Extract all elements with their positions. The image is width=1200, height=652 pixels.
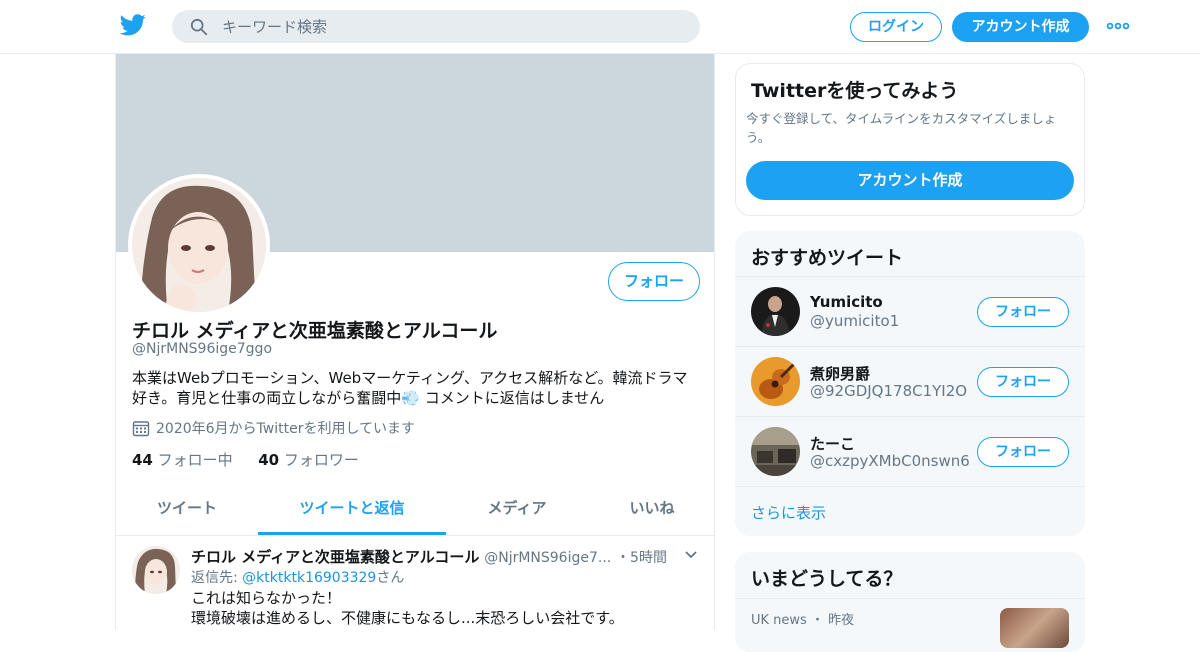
profile-handle: @NjrMNS96ige7ggo	[132, 341, 273, 357]
chevron-down-icon[interactable]	[684, 550, 698, 560]
user-handle: @92GDJQ178C1YI2O	[810, 382, 968, 400]
follow-button[interactable]: フォロー	[977, 297, 1069, 327]
signup-card-button[interactable]: アカウント作成	[746, 161, 1074, 200]
user-name[interactable]: 煮卵男爵	[810, 363, 870, 384]
tweet-time[interactable]: ・5時間	[616, 550, 667, 566]
show-more[interactable]: さらに表示	[735, 486, 1085, 536]
recommended-user[interactable]: Yumicito @yumicito1 フォロー	[735, 276, 1085, 346]
user-handle: @cxzpyXMbC0nswn6	[810, 452, 970, 470]
profile-tabs: ツイート ツイートと返信 メディア いいね	[116, 486, 714, 536]
reply-suffix: さん	[376, 570, 405, 586]
followers-label: フォロワー	[283, 451, 359, 469]
profile-bio: 本業はWebプロモーション、Webマーケティング、アクセス解析など。韓流ドラマ好…	[132, 369, 688, 407]
illustrated-woman-portrait	[132, 546, 180, 594]
recommended-user[interactable]: たーこ @cxzpyXMbC0nswn6 フォロー	[735, 416, 1085, 486]
trends-card: いまどうしてる？ UK news ・ 昨夜	[735, 552, 1085, 652]
following-label: フォロー中	[157, 451, 233, 469]
recommended-user[interactable]: 煮卵男爵 @92GDJQ178C1YI2O フォロー	[735, 346, 1085, 416]
recommended-users-card: おすすめツイート Yumicito @yumicito1 フォロー 煮卵男爵 @…	[735, 231, 1085, 536]
followers-link[interactable]: 40 フォロワー	[258, 451, 359, 469]
reply-to-link[interactable]: @ktktktk16903329	[242, 570, 376, 586]
signup-card-title: Twitterを使ってみよう	[751, 80, 959, 102]
joined-text: 2020年6月からTwitterを利用しています	[156, 421, 416, 437]
signup-button[interactable]: アカウント作成	[952, 12, 1089, 42]
tweet-author-name[interactable]: チロル メディアと次亜塩素酸とアルコール	[191, 548, 479, 566]
user-avatar[interactable]	[751, 427, 800, 476]
user-avatar[interactable]	[751, 287, 800, 336]
reply-prefix: 返信先:	[191, 570, 243, 586]
trend-meta: UK news ・ 昨夜	[751, 613, 855, 628]
followers-count: 40	[258, 451, 280, 469]
room-interior-photo	[751, 427, 800, 476]
tab-media[interactable]: メディア	[446, 486, 588, 535]
man-in-suit-photo	[751, 287, 800, 336]
tweet-author-handle: @NjrMNS96ige7...	[484, 550, 612, 566]
search-box[interactable]	[172, 10, 700, 43]
recommended-title: おすすめツイート	[751, 247, 904, 269]
guitar-photo	[751, 357, 800, 406]
following-count: 44	[132, 451, 153, 469]
search-icon	[190, 18, 208, 36]
profile-avatar[interactable]	[128, 174, 270, 316]
user-avatar[interactable]	[751, 357, 800, 406]
user-name[interactable]: Yumicito	[810, 293, 883, 311]
tab-likes[interactable]: いいね	[588, 486, 714, 535]
tweet-text-line: これは知らなかった！	[191, 589, 342, 607]
tweet-text-line: 環境破壊は進めるし、不健康にもなるし...末恐ろしい会社です。	[191, 609, 624, 627]
tweet-text: これは知らなかった！ 環境破壊は進めるし、不健康にもなるし...末恐ろしい会社で…	[191, 588, 624, 628]
calendar-icon	[132, 421, 150, 437]
user-name[interactable]: たーこ	[810, 433, 855, 454]
login-button[interactable]: ログイン	[850, 12, 942, 42]
trend-thumbnail[interactable]	[1000, 608, 1069, 648]
tweet-header: チロル メディアと次亜塩素酸とアルコール @NjrMNS96ige7... ・5…	[191, 546, 667, 567]
follow-button[interactable]: フォロー	[977, 437, 1069, 467]
signup-card-text: 今すぐ登録して、タイムラインをカスタマイズしましょう。	[746, 111, 1057, 145]
following-link[interactable]: 44 フォロー中	[132, 451, 233, 469]
tab-tweets[interactable]: ツイート	[116, 486, 258, 535]
follow-button[interactable]: フォロー	[977, 367, 1069, 397]
trends-title: いまどうしてる？	[751, 568, 903, 590]
profile-joined: 2020年6月からTwitterを利用しています	[132, 418, 415, 438]
more-options-icon[interactable]	[1106, 20, 1130, 32]
tab-tweets-and-replies[interactable]: ツイートと返信	[258, 486, 446, 535]
twitter-logo-icon[interactable]	[120, 14, 146, 36]
user-handle: @yumicito1	[810, 312, 900, 330]
signup-card: Twitterを使ってみよう 今すぐ登録して、タイムラインをカスタマイズしましょ…	[735, 63, 1085, 216]
search-input[interactable]	[222, 10, 682, 43]
show-more-link[interactable]: さらに表示	[751, 502, 826, 523]
tweet-item[interactable]: チロル メディアと次亜塩素酸とアルコール @NjrMNS96ige7... ・5…	[116, 536, 714, 630]
illustrated-woman-portrait	[132, 178, 266, 312]
profile-column: フォロー チロル メディアと次亜塩素酸とアルコール @NjrMNS96ige7g…	[115, 54, 715, 630]
tweet-reply-to: 返信先: @ktktktk16903329さん	[191, 567, 404, 587]
divider	[735, 598, 1085, 599]
tweet-avatar[interactable]	[132, 546, 180, 594]
profile-name: チロル メディアと次亜塩素酸とアルコール	[132, 320, 498, 342]
follow-button[interactable]: フォロー	[608, 262, 700, 301]
top-header: ログイン アカウント作成	[0, 0, 1200, 54]
profile-stats: 44 フォロー中 40 フォロワー	[132, 449, 359, 470]
